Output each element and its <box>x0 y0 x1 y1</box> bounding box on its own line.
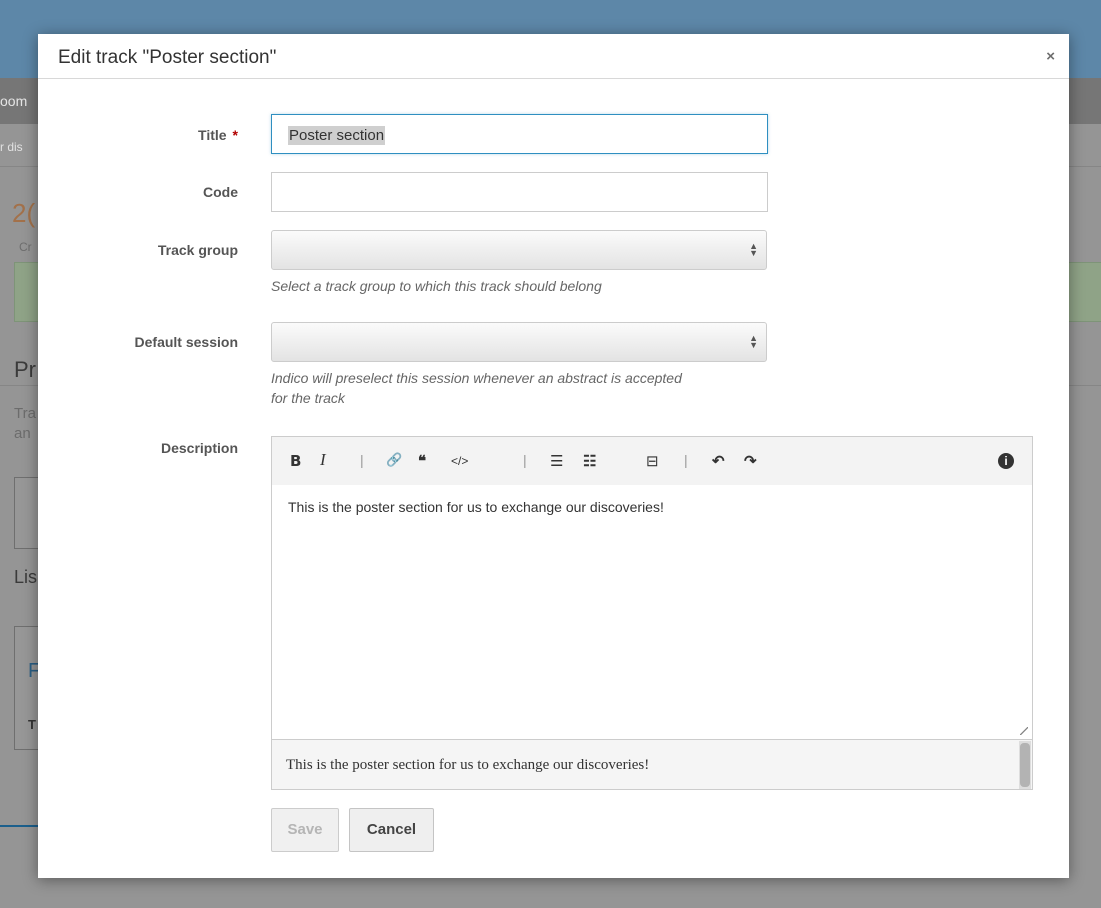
horizontal-rule-icon[interactable]: ⊟ <box>646 452 659 470</box>
background-description: Tra <box>14 405 36 422</box>
preview-scrollbar[interactable] <box>1019 741 1031 789</box>
background-subnav-text: r dis <box>0 140 23 154</box>
redo-icon[interactable]: ↷ <box>744 452 757 470</box>
default-session-select[interactable]: ▲ ▼ <box>271 322 767 362</box>
ordered-list-icon[interactable]: ☰ <box>550 452 563 470</box>
background-accent-line <box>0 825 38 827</box>
default-session-help: for the track <box>271 390 345 406</box>
background-description: an <box>14 425 31 442</box>
code-icon[interactable]: </> <box>451 454 468 468</box>
resize-handle-icon[interactable] <box>1020 727 1028 735</box>
save-button[interactable]: Save <box>271 808 339 852</box>
title-label: Title * <box>38 127 238 143</box>
description-preview: This is the poster section for us to exc… <box>271 739 1033 790</box>
select-arrows-icon: ▲ ▼ <box>749 333 758 350</box>
link-icon[interactable]: 🔗 <box>386 452 402 468</box>
background-nav-text: oom <box>0 93 28 109</box>
description-textarea[interactable]: This is the poster section for us to exc… <box>272 485 1032 739</box>
preview-content: This is the poster section for us to exc… <box>286 757 650 773</box>
select-arrows-icon: ▲ ▼ <box>749 241 758 258</box>
description-label: Description <box>160 440 238 456</box>
default-session-label: Default session <box>134 334 238 350</box>
scrollbar-thumb[interactable] <box>1020 743 1030 787</box>
required-marker: * <box>232 127 238 143</box>
title-input-value: Poster section <box>288 126 386 145</box>
title-label-text: Title <box>198 127 227 143</box>
dialog-header: Edit track "Poster section" × <box>38 34 1069 79</box>
info-icon[interactable]: i <box>998 453 1014 469</box>
code-input[interactable] <box>271 172 768 212</box>
background-list-heading: Lis <box>14 567 38 587</box>
markdown-editor: B I | 🔗 ❝ </> | ☰ ☷ ⊟ | ↶ ↷ i This is th… <box>271 436 1033 740</box>
toolbar-separator: | <box>684 452 688 468</box>
dialog-title: Edit track "Poster section" <box>58 47 277 68</box>
track-group-label: Track group <box>157 242 238 258</box>
background-year: 2( <box>12 198 36 228</box>
cancel-button[interactable]: Cancel <box>349 808 434 852</box>
background-section-heading: Pr <box>14 357 36 382</box>
background-created: Cr <box>19 240 32 254</box>
edit-track-dialog: Edit track "Poster section" × Title * Pos… <box>38 34 1069 878</box>
toolbar-separator: | <box>360 452 364 468</box>
italic-icon[interactable]: I <box>320 450 326 470</box>
track-group-select[interactable]: ▲ ▼ <box>271 230 767 270</box>
default-session-help: Indico will preselect this session whene… <box>271 370 682 386</box>
background-table-row: T <box>28 717 36 732</box>
bold-icon[interactable]: B <box>290 452 301 470</box>
close-icon[interactable]: × <box>1046 48 1055 65</box>
title-input[interactable]: Poster section <box>271 114 768 154</box>
unordered-list-icon[interactable]: ☷ <box>583 452 596 470</box>
track-group-help: Select a track group to which this track… <box>271 278 602 294</box>
undo-icon[interactable]: ↶ <box>712 452 725 470</box>
toolbar-separator: | <box>523 452 527 468</box>
code-label: Code <box>203 184 238 200</box>
quote-icon[interactable]: ❝ <box>418 452 426 470</box>
description-content: This is the poster section for us to exc… <box>288 499 664 515</box>
editor-toolbar: B I | 🔗 ❝ </> | ☰ ☷ ⊟ | ↶ ↷ i <box>272 437 1032 485</box>
